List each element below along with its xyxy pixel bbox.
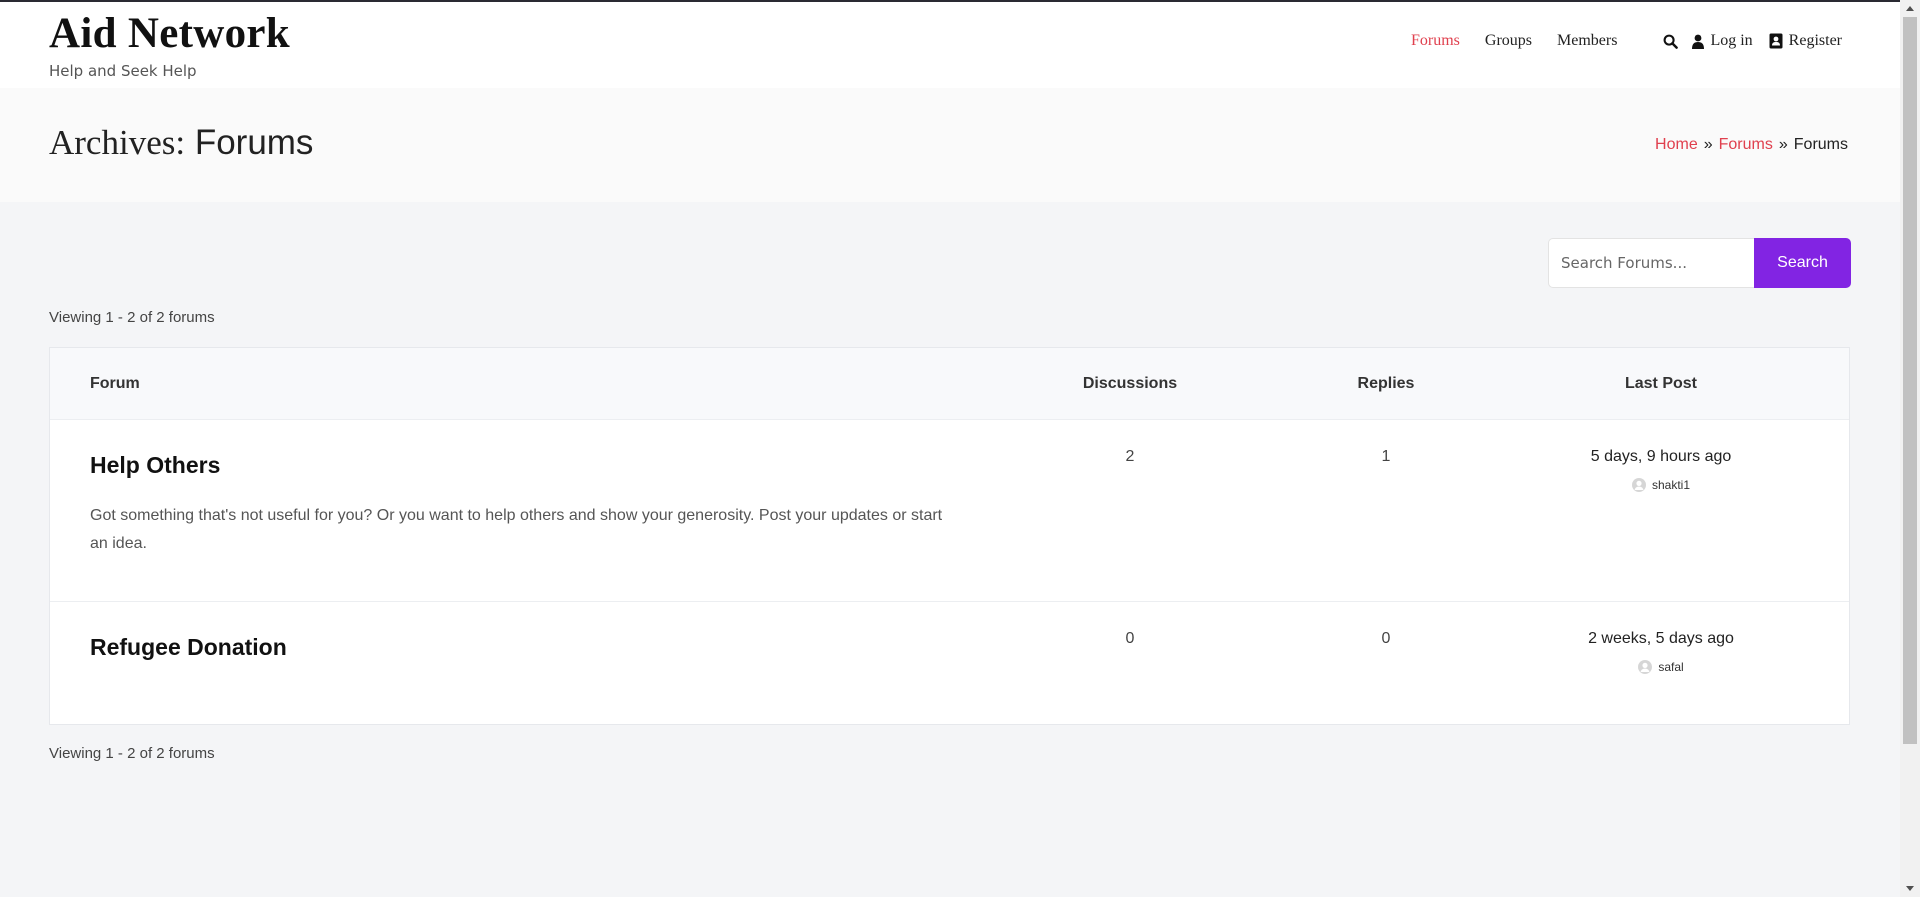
nav-groups[interactable]: Groups bbox=[1485, 32, 1532, 50]
breadcrumb-forums[interactable]: Forums bbox=[1719, 136, 1773, 153]
avatar[interactable] bbox=[1631, 478, 1646, 492]
last-post-author: shakti1 bbox=[1536, 478, 1786, 492]
site-title[interactable]: Aid Network bbox=[49, 8, 290, 60]
pagination-count-bottom: Viewing 1 - 2 of 2 forums bbox=[49, 745, 215, 762]
search-icon[interactable] bbox=[1663, 34, 1679, 49]
last-post-username[interactable]: safal bbox=[1658, 660, 1683, 674]
table-row: Refugee Donation 0 0 2 weeks, 5 days ago… bbox=[50, 602, 1849, 726]
forum-table: Forum Discussions Replies Last Post Help… bbox=[49, 347, 1850, 725]
register-link[interactable]: Register bbox=[1769, 32, 1842, 50]
replies-count: 0 bbox=[1381, 630, 1391, 647]
pagination-count-top: Viewing 1 - 2 of 2 forums bbox=[49, 309, 215, 326]
page: Aid Network Help and Seek Help Forums Gr… bbox=[0, 0, 1900, 897]
login-label: Log in bbox=[1710, 32, 1753, 49]
header-last-post: Last Post bbox=[1624, 375, 1697, 392]
site-tagline: Help and Seek Help bbox=[49, 62, 197, 80]
forum-description: Got something that's not useful for you?… bbox=[90, 507, 943, 552]
search-input[interactable] bbox=[1548, 238, 1754, 288]
header-discussions: Discussions bbox=[1082, 375, 1178, 392]
page-title-prefix: Archives: bbox=[49, 123, 186, 162]
breadcrumb-current: Forums bbox=[1793, 136, 1848, 153]
breadcrumb-home[interactable]: Home bbox=[1655, 136, 1698, 153]
breadcrumb-separator: » bbox=[1778, 136, 1788, 153]
nav-members[interactable]: Members bbox=[1557, 32, 1617, 50]
avatar[interactable] bbox=[1638, 660, 1653, 674]
last-post-time[interactable]: 2 weeks, 5 days ago bbox=[1536, 630, 1786, 648]
brand: Aid Network Help and Seek Help bbox=[49, 8, 290, 80]
last-post: 5 days, 9 hours ago shakti1 bbox=[1536, 448, 1786, 492]
register-label: Register bbox=[1788, 32, 1842, 49]
search-button[interactable]: Search bbox=[1754, 238, 1851, 288]
scrollbar-thumb[interactable] bbox=[1903, 17, 1917, 744]
user-icon bbox=[1692, 34, 1705, 49]
header-replies: Replies bbox=[1357, 375, 1415, 392]
discussions-count: 0 bbox=[1125, 630, 1135, 647]
table-row: Help Others Got something that's not use… bbox=[50, 420, 1849, 602]
replies-count: 1 bbox=[1381, 448, 1391, 465]
last-post-username[interactable]: shakti1 bbox=[1652, 478, 1690, 492]
forum-title-link[interactable]: Refugee Donation bbox=[90, 634, 287, 661]
header-forum: Forum bbox=[90, 375, 140, 392]
title-band: Archives: Forums Home » Forums » Forums bbox=[0, 88, 1900, 202]
page-title-name: Forums bbox=[194, 123, 314, 162]
last-post-author: safal bbox=[1536, 660, 1786, 674]
breadcrumb-separator: » bbox=[1703, 136, 1713, 153]
nav-forums[interactable]: Forums bbox=[1411, 32, 1460, 50]
forum-search-form: Search bbox=[1548, 238, 1851, 288]
site-header: Aid Network Help and Seek Help Forums Gr… bbox=[0, 2, 1900, 88]
discussions-count: 2 bbox=[1125, 448, 1135, 465]
last-post-time[interactable]: 5 days, 9 hours ago bbox=[1536, 448, 1786, 466]
scroll-up-arrow-icon[interactable] bbox=[1900, 0, 1920, 17]
last-post: 2 weeks, 5 days ago safal bbox=[1536, 630, 1786, 674]
address-book-icon bbox=[1769, 33, 1783, 49]
page-title: Archives: Forums bbox=[49, 123, 313, 163]
page-scrollbar[interactable] bbox=[1900, 0, 1920, 897]
table-header: Forum Discussions Replies Last Post bbox=[50, 348, 1849, 420]
main-nav: Forums Groups Members Log in Register bbox=[1411, 32, 1842, 50]
breadcrumb: Home » Forums » Forums bbox=[1655, 136, 1848, 154]
forum-title-link[interactable]: Help Others bbox=[90, 452, 220, 479]
scroll-down-arrow-icon[interactable] bbox=[1900, 880, 1920, 897]
login-link[interactable]: Log in bbox=[1692, 32, 1753, 50]
